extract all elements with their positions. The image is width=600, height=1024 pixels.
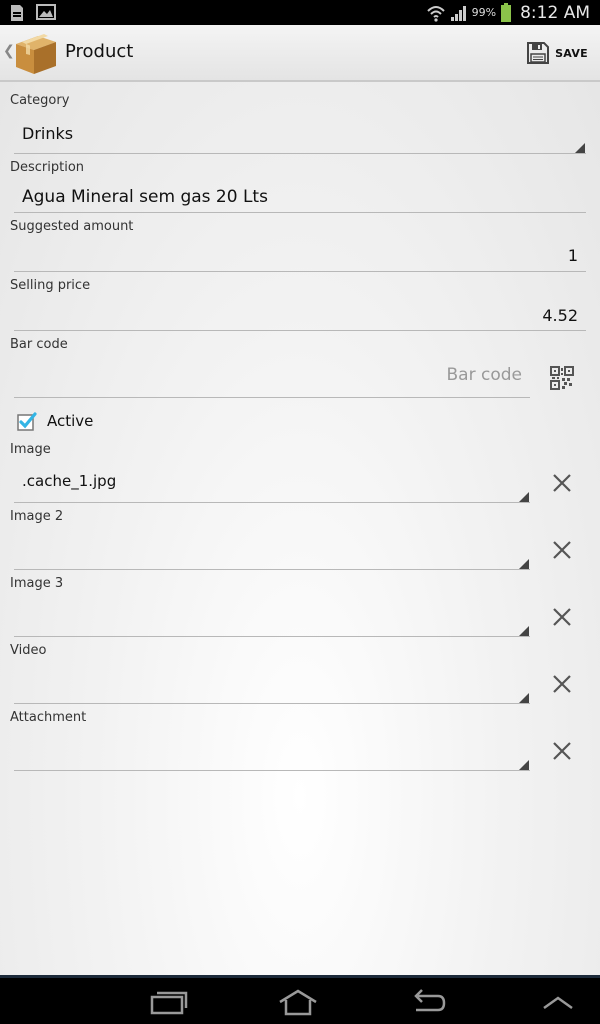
recent-apps-icon[interactable] (148, 988, 188, 1016)
image-spinner[interactable]: .cache_1.jpg (14, 466, 530, 502)
video-underline (14, 703, 530, 704)
selling-price-input[interactable]: 4.52 (14, 301, 586, 331)
image-value: .cache_1.jpg (22, 472, 117, 490)
attachment-spinner[interactable] (14, 734, 530, 770)
home-icon[interactable] (278, 988, 318, 1016)
navigation-bar (0, 975, 600, 1024)
save-label: SAVE (555, 46, 588, 60)
description-value: Agua Mineral sem gas 20 Lts (22, 187, 268, 207)
attachment-underline (14, 770, 530, 771)
category-spinner[interactable]: Drinks (14, 118, 586, 154)
spinner-arrow-icon (519, 626, 529, 636)
spinner-arrow-icon (519, 559, 529, 569)
image-label: Image (10, 442, 51, 457)
qr-code-scan-icon[interactable] (550, 366, 574, 390)
spinner-arrow-icon (519, 693, 529, 703)
spinner-arrow-icon (575, 143, 585, 153)
checkbox-checked-icon (17, 412, 37, 431)
active-checkbox[interactable]: Active (14, 409, 134, 435)
image3-underline (14, 636, 530, 637)
description-label: Description (10, 160, 85, 175)
battery-percent: 99% (471, 6, 497, 19)
status-bar: 99% 8:12 AM (0, 0, 600, 25)
suggested-amount-input[interactable]: 1 (14, 242, 586, 272)
category-underline (14, 153, 586, 154)
spinner-arrow-icon (519, 760, 529, 770)
category-value: Drinks (22, 124, 74, 143)
image-underline (14, 502, 530, 503)
image2-spinner[interactable] (14, 533, 530, 569)
image3-label: Image 3 (10, 576, 64, 591)
signal-icon (450, 5, 466, 21)
selling-price-value: 4.52 (542, 306, 578, 325)
description-input[interactable]: Agua Mineral sem gas 20 Lts (14, 182, 586, 214)
product-form (0, 82, 600, 975)
clear-image3-icon[interactable] (549, 604, 575, 630)
package-box-icon[interactable] (12, 30, 60, 78)
status-clock: 8:12 AM (520, 2, 590, 23)
image3-spinner[interactable] (14, 600, 530, 636)
clear-attachment-icon[interactable] (549, 738, 575, 764)
video-spinner[interactable] (14, 667, 530, 703)
sim-icon (11, 5, 23, 21)
spinner-arrow-icon (519, 492, 529, 502)
save-floppy-icon (527, 42, 550, 64)
bar-code-input[interactable]: Bar code (14, 360, 530, 396)
video-label: Video (10, 643, 47, 658)
status-notifications (10, 4, 56, 22)
image2-label: Image 2 (10, 509, 64, 524)
selling-price-underline (14, 330, 586, 331)
active-label: Active (47, 412, 94, 430)
bar-code-placeholder: Bar code (446, 365, 522, 385)
suggested-amount-value: 1 (567, 246, 578, 265)
gallery-icon (36, 4, 56, 20)
suggested-amount-label: Suggested amount (10, 219, 134, 234)
attachment-label: Attachment (10, 710, 87, 725)
save-button[interactable]: SAVE (527, 39, 588, 67)
wifi-icon (426, 5, 445, 22)
clear-image2-icon[interactable] (549, 537, 575, 563)
back-icon[interactable] (408, 988, 448, 1016)
battery-icon (501, 2, 512, 22)
bar-code-label: Bar code (10, 337, 68, 352)
page-title: Product (65, 41, 134, 62)
clear-video-icon[interactable] (549, 671, 575, 697)
clear-image-icon[interactable] (549, 470, 575, 496)
menu-up-icon[interactable] (538, 988, 578, 1016)
action-bar: ❮ Product SAVE (0, 25, 600, 82)
bar-code-underline (14, 397, 530, 398)
category-label: Category (10, 93, 70, 108)
description-underline (14, 212, 586, 213)
suggested-amount-underline (14, 271, 586, 272)
status-system: 99% 8:12 AM (426, 0, 590, 25)
image2-underline (14, 569, 530, 570)
selling-price-label: Selling price (10, 278, 91, 293)
